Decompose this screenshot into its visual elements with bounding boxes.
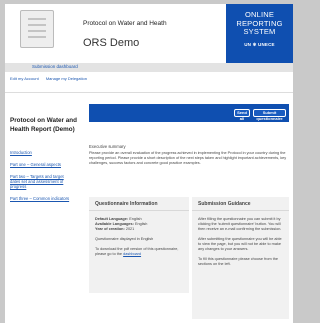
- action-bar: Send all Submit questionnaire: [89, 104, 289, 122]
- panel-title: Questionnaire Information: [89, 197, 189, 211]
- send-all-button[interactable]: Send all: [234, 109, 250, 121]
- sidebar-item-part-one[interactable]: Part one – General aspects: [10, 162, 74, 167]
- site-logo[interactable]: [20, 10, 54, 48]
- executive-summary-label: Executive summary: [89, 144, 126, 149]
- user-links: Edit my Account Manage my Delegation: [10, 76, 93, 81]
- questionnaire-info-panel: Questionnaire Information Default Langua…: [89, 197, 189, 293]
- download-instructions: To download the pdf version of this ques…: [95, 247, 184, 257]
- executive-summary-text: Please provide an overall evaluation of …: [89, 151, 287, 165]
- guidance-paragraph: After filling the questionnaire you can …: [198, 217, 282, 231]
- submission-guidance-panel: Submission Guidance After filling the qu…: [192, 197, 289, 319]
- available-languages-label: Available Languages:: [95, 222, 134, 226]
- nav-bar: Submission dashboard: [5, 63, 293, 72]
- year-value: 2021: [125, 227, 135, 231]
- panel-title: Submission Guidance: [192, 197, 289, 211]
- year-label: Year of creation:: [95, 227, 125, 231]
- dashboard-link[interactable]: dashboard: [123, 252, 141, 256]
- default-language-label: Default Language:: [95, 217, 129, 221]
- panel-body: After filling the questionnaire you can …: [192, 211, 289, 267]
- default-language-value: English: [129, 217, 142, 221]
- sidebar-item-part-two[interactable]: Part two – Targets and target dates set …: [10, 174, 74, 189]
- sidebar-item-introduction[interactable]: Introduction: [10, 150, 74, 155]
- site-subtitle: ORS Demo: [83, 37, 140, 49]
- sidebar-title: Protocol on Water and Health Report (Dem…: [10, 117, 77, 133]
- manage-delegation-link[interactable]: Manage my Delegation: [46, 76, 87, 81]
- header: Protocol on Water and Heath ORS Demo ONL…: [5, 4, 293, 63]
- submit-questionnaire-button[interactable]: Submit questionnaire: [253, 109, 286, 121]
- sidebar-item-part-three[interactable]: Part three – Common indicators: [10, 196, 74, 201]
- ors-logo-line: SYSTEM: [243, 27, 276, 36]
- page: Protocol on Water and Heath ORS Demo ONL…: [5, 4, 293, 323]
- guidance-paragraph: To fill this questionnaire please choose…: [198, 257, 278, 266]
- available-languages-value: English: [134, 222, 148, 226]
- submission-dashboard-link[interactable]: Submission dashboard: [32, 64, 78, 69]
- guidance-paragraph: After submitting the questionnaire you w…: [198, 237, 282, 251]
- site-title: Protocol on Water and Heath: [83, 20, 167, 27]
- ors-logo: ONLINE REPORTING SYSTEM UN ✻ UNECE: [226, 4, 293, 63]
- divider: [5, 92, 293, 93]
- unece-label: UN ✻ UNECE: [244, 41, 275, 47]
- panel-body: Default Language: English Available Lang…: [89, 211, 189, 257]
- edit-account-link[interactable]: Edit my Account: [10, 76, 39, 81]
